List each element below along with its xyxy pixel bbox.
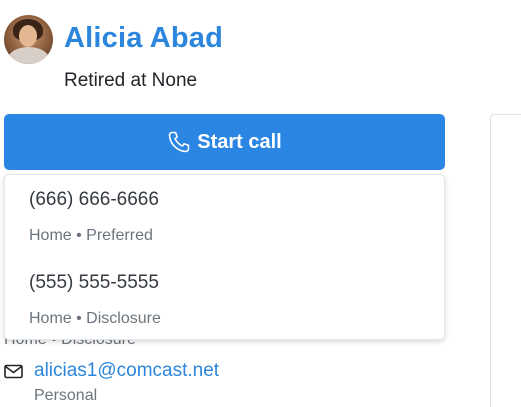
start-call-button[interactable]: Start call xyxy=(4,114,445,170)
side-panel xyxy=(490,114,521,407)
phone-number: (666) 666-6666 xyxy=(29,189,159,210)
phone-icon xyxy=(167,130,191,154)
contact-name: Alicia Abad xyxy=(64,22,224,54)
phone-option-1[interactable]: (666) 666-6666 Home • Preferred xyxy=(5,175,444,253)
phone-meta: Home • Preferred xyxy=(29,227,153,244)
email-type: Personal xyxy=(34,387,98,404)
mail-icon xyxy=(4,364,23,379)
contact-subtitle: Retired at None xyxy=(64,70,198,91)
email-link[interactable]: alicias1@comcast.net xyxy=(34,360,219,382)
email-row: alicias1@comcast.net xyxy=(4,360,219,382)
phone-meta: Home • Disclosure xyxy=(29,310,161,327)
phone-number-dropdown: (666) 666-6666 Home • Preferred (555) 55… xyxy=(4,174,445,340)
avatar xyxy=(4,15,53,64)
phone-option-2[interactable]: (555) 555-5555 Home • Disclosure xyxy=(5,259,444,337)
phone-number: (555) 555-5555 xyxy=(29,272,159,293)
start-call-label: Start call xyxy=(197,130,282,153)
